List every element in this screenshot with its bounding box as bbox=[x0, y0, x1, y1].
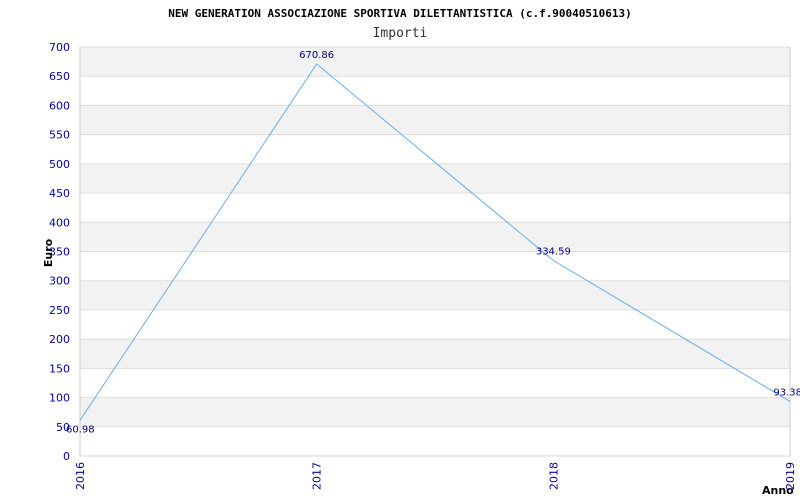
x-tick-label: 2018 bbox=[547, 462, 560, 490]
y-tick-label: 500 bbox=[49, 158, 70, 171]
plot-band bbox=[80, 76, 790, 106]
chart-subtitle: Importi bbox=[373, 26, 428, 41]
plot-band bbox=[80, 397, 790, 427]
y-tick-label: 100 bbox=[49, 392, 70, 405]
y-tick-label: 450 bbox=[49, 187, 70, 200]
chart-title: NEW GENERATION ASSOCIAZIONE SPORTIVA DIL… bbox=[168, 7, 632, 20]
x-tick-label: 2016 bbox=[74, 462, 87, 490]
x-tick-label: 2017 bbox=[311, 462, 324, 490]
plot-band bbox=[80, 339, 790, 369]
y-tick-label: 600 bbox=[49, 99, 70, 112]
y-tick-label: 150 bbox=[49, 362, 70, 375]
plot-band bbox=[80, 105, 790, 135]
y-tick-label: 400 bbox=[49, 216, 70, 229]
plot-band bbox=[80, 222, 790, 252]
plot-band bbox=[80, 251, 790, 281]
data-label: 334.59 bbox=[536, 247, 571, 258]
y-tick-label: 550 bbox=[49, 129, 70, 142]
data-label: 93.38 bbox=[773, 387, 800, 398]
x-axis-label: Anno bbox=[762, 484, 794, 497]
x-axis-ticks: 2016 2017 2018 2019 bbox=[74, 462, 797, 490]
y-tick-label: 300 bbox=[49, 275, 70, 288]
plot-band bbox=[80, 47, 790, 77]
y-tick-label: 0 bbox=[63, 450, 70, 463]
y-tick-label: 200 bbox=[49, 333, 70, 346]
plot-band bbox=[80, 163, 790, 194]
plot-band bbox=[80, 134, 790, 164]
line-chart: NEW GENERATION ASSOCIAZIONE SPORTIVA DIL… bbox=[42, 7, 800, 497]
data-label: 670.86 bbox=[299, 50, 334, 61]
plot-band bbox=[80, 280, 790, 310]
y-tick-label: 650 bbox=[49, 70, 70, 83]
y-tick-label: 700 bbox=[49, 41, 70, 54]
plot-band bbox=[80, 193, 790, 223]
y-axis-label: Euro bbox=[42, 238, 55, 267]
plot-band bbox=[80, 309, 790, 340]
plot-band bbox=[80, 426, 790, 456]
data-label: 60.98 bbox=[66, 424, 95, 435]
plot-band bbox=[80, 368, 790, 398]
y-tick-label: 250 bbox=[49, 304, 70, 317]
